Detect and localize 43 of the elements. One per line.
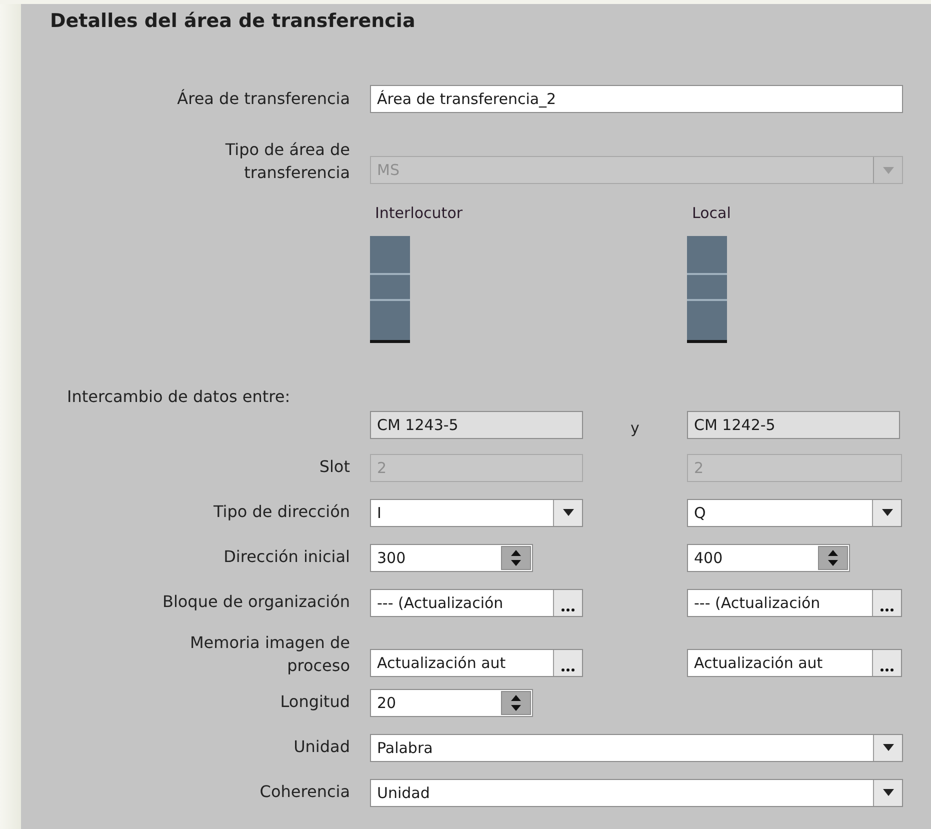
field-label: Memoria imagen de proceso bbox=[189, 632, 351, 677]
field-label: Tipo de dirección bbox=[212, 501, 351, 524]
readonly-field: 2 bbox=[687, 454, 902, 482]
spin-field[interactable]: 300 bbox=[370, 544, 533, 572]
dropdown-arrow-icon bbox=[882, 166, 894, 174]
dropdown[interactable]: I bbox=[370, 498, 583, 526]
connector-text: y bbox=[630, 418, 640, 437]
browse-field[interactable]: --- (Actualización bbox=[370, 588, 583, 616]
field-label: Intercambio de datos entre: bbox=[66, 387, 292, 406]
spin-field[interactable]: 400 bbox=[687, 544, 850, 572]
dropdown-arrow-icon bbox=[882, 789, 894, 796]
more-icon bbox=[561, 608, 575, 612]
dropdown-arrow-icon bbox=[882, 509, 892, 516]
spin-arrows-icon bbox=[510, 548, 522, 566]
dropdown[interactable]: Q bbox=[687, 498, 902, 526]
device-label: Interlocutor bbox=[374, 204, 463, 222]
field-label: Longitud bbox=[279, 691, 351, 714]
field-label: Área de transferencia bbox=[176, 88, 351, 110]
field-label: Tipo de área de transferencia bbox=[224, 139, 351, 184]
browse-field[interactable]: Actualización aut bbox=[687, 649, 902, 677]
spin-arrows-icon bbox=[510, 694, 522, 712]
device-label: Local bbox=[691, 204, 731, 222]
more-icon bbox=[880, 608, 894, 612]
field-label: Bloque de organización bbox=[161, 591, 351, 614]
browse-field[interactable]: Actualización aut bbox=[370, 649, 583, 677]
dropdown-arrow-icon bbox=[562, 509, 574, 516]
spin-arrows-icon bbox=[827, 548, 839, 566]
more-icon bbox=[561, 668, 575, 672]
more-icon bbox=[880, 668, 894, 672]
browse-field[interactable]: --- (Actualización bbox=[687, 588, 902, 616]
readonly-field: CM 1242-5 bbox=[687, 411, 900, 439]
readonly-field: 2 bbox=[370, 454, 583, 482]
field-label: Dirección inicial bbox=[222, 546, 351, 568]
readonly-field: CM 1243-5 bbox=[370, 411, 583, 439]
dropdown[interactable]: Unidad bbox=[370, 778, 903, 806]
section-title: Detalles del área de transferencia bbox=[49, 9, 416, 34]
field-label: Coherencia bbox=[258, 781, 351, 804]
dropdown[interactable]: Palabra bbox=[370, 734, 903, 762]
field-label: Slot bbox=[318, 456, 351, 478]
dropdown-arrow-icon bbox=[882, 744, 894, 751]
spin-field[interactable]: 20 bbox=[370, 688, 533, 716]
field-label: Unidad bbox=[292, 736, 351, 758]
text-field[interactable]: Área de transferencia_2 bbox=[370, 85, 903, 113]
